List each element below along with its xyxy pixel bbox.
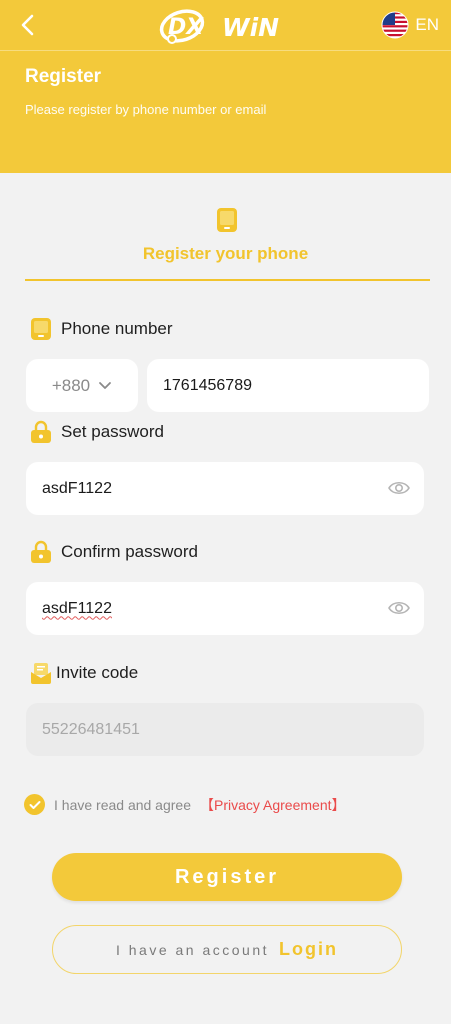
page-title: Register xyxy=(25,66,102,87)
privacy-agreement-link[interactable]: 【Privacy Agreement】 xyxy=(200,795,346,815)
language-selector[interactable]: EN xyxy=(381,10,439,40)
phone-label: Phone number xyxy=(61,319,173,338)
phone-label-row: Phone number xyxy=(30,317,173,341)
header-divider xyxy=(0,50,451,51)
confirm-label-row: Confirm password xyxy=(30,540,198,564)
lock-icon xyxy=(31,420,51,443)
login-label: Login xyxy=(279,939,338,959)
agreement-row: I have read and agree 【Privacy Agreement… xyxy=(24,794,346,815)
header-banner: DX WiN EN Register Please register by ph… xyxy=(0,0,451,173)
us-flag-icon xyxy=(381,11,409,39)
back-arrow-icon[interactable] xyxy=(18,12,38,38)
phone-input[interactable]: 1761456789 xyxy=(147,359,429,412)
lock-icon xyxy=(31,540,51,563)
password-input[interactable]: asdF1122 xyxy=(26,462,424,515)
confirm-input-value: asdF1122 xyxy=(42,599,112,617)
agree-text: I have read and agree xyxy=(54,796,191,813)
dxwin-logo: DX WiN xyxy=(159,9,279,44)
page-subtitle: Please register by phone number or email xyxy=(25,102,267,117)
agree-checkbox[interactable] xyxy=(24,794,45,815)
phone-icon xyxy=(31,318,51,340)
password-label: Set password xyxy=(61,422,164,441)
language-code: EN xyxy=(415,15,439,34)
have-account-text: I have an account xyxy=(115,941,270,958)
confirm-label: Confirm password xyxy=(61,542,198,561)
country-code-value: +880 xyxy=(51,375,91,395)
tab-underline xyxy=(25,279,430,281)
phone-input-value: 1761456789 xyxy=(163,376,252,394)
eye-icon[interactable] xyxy=(388,598,410,618)
confirm-password-input[interactable]: asdF1122 xyxy=(26,582,424,635)
envelope-icon xyxy=(31,663,51,684)
invite-code-input[interactable]: 55226481451 xyxy=(26,703,424,756)
password-input-value: asdF1122 xyxy=(42,479,112,497)
chevron-down-icon xyxy=(99,381,112,389)
tab-register-phone[interactable]: Register your phone xyxy=(0,244,451,264)
invite-label-row: Invite code xyxy=(30,661,138,685)
register-button[interactable]: Register xyxy=(52,853,402,901)
svg-text:WiN: WiN xyxy=(222,13,279,42)
top-bar: DX WiN EN xyxy=(0,0,451,50)
invite-input-value: 55226481451 xyxy=(42,720,140,738)
login-button[interactable]: I have an account Login xyxy=(52,925,402,974)
checkmark-icon xyxy=(29,800,40,809)
invite-label: Invite code xyxy=(56,663,139,682)
phone-tab-icon[interactable] xyxy=(216,207,238,233)
eye-icon[interactable] xyxy=(388,478,410,498)
country-code-select[interactable]: +880 xyxy=(26,359,138,412)
password-label-row: Set password xyxy=(30,420,164,444)
